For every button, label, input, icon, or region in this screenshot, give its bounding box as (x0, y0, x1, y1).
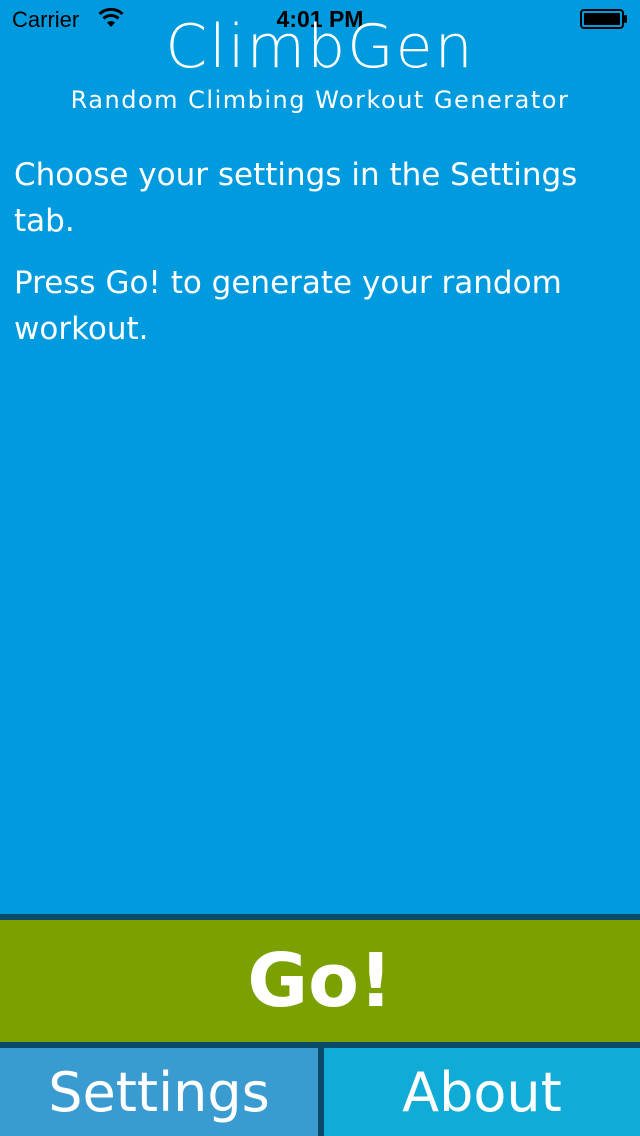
tab-about-label: About (402, 1060, 562, 1124)
instructions: Choose your settings in the Settings tab… (14, 152, 626, 368)
go-button[interactable]: Go! (0, 920, 640, 1042)
tab-settings[interactable]: Settings (0, 1048, 318, 1136)
app-subtitle: Random Climbing Workout Generator (70, 86, 570, 114)
instruction-settings: Choose your settings in the Settings tab… (14, 157, 578, 239)
tab-about[interactable]: About (324, 1048, 640, 1136)
app-screen: Carrier 4:01 PM ClimbGen Random Climbing… (0, 0, 640, 1136)
tab-bar: Settings About (0, 1042, 640, 1136)
instruction-go: Press Go! to generate your random workou… (14, 265, 562, 347)
app-title: ClimbGen (165, 12, 475, 82)
tab-settings-label: Settings (48, 1060, 270, 1124)
